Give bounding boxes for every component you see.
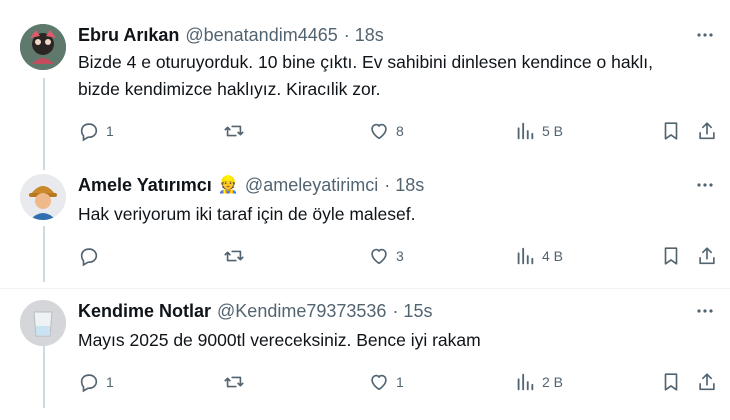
views-chart-icon — [517, 373, 534, 391]
reply-count: 1 — [106, 123, 114, 139]
tweet-header: Amele Yatırımcı 👷 @ameleyatirimci · 18s — [78, 174, 424, 196]
avatar[interactable] — [20, 174, 66, 220]
display-name[interactable]: Kendime Notlar — [78, 301, 211, 322]
heart-icon — [371, 248, 387, 265]
tweet-text: Bizde 4 e oturuyorduk. 10 bine çıktı. Ev… — [78, 49, 653, 103]
more-dots-icon[interactable] — [694, 174, 716, 196]
action-bar: 1 1 2 B — [78, 370, 718, 394]
share-button[interactable] — [696, 244, 718, 268]
bookmark-icon — [664, 373, 678, 391]
share-icon — [699, 373, 715, 391]
tweet-text: Hak veriyorum iki taraf için de öyle mal… — [78, 201, 415, 228]
tweet[interactable]: Kendime Notlar @Kendime79373536 · 15s Ma… — [0, 300, 730, 410]
retweet-button[interactable] — [223, 119, 251, 143]
reply-icon — [80, 123, 98, 142]
bookmark-button[interactable] — [660, 370, 682, 394]
reply-button[interactable] — [78, 244, 106, 268]
retweet-icon — [224, 376, 244, 388]
share-icon — [699, 247, 715, 265]
tweet-header: Ebru Arıkan @benatandim4465 · 18s — [78, 24, 384, 46]
like-count: 1 — [396, 374, 404, 390]
reply-icon — [80, 374, 98, 393]
timestamp[interactable]: · 15s — [392, 301, 432, 322]
action-bar: 1 8 5 B — [78, 119, 718, 143]
share-button[interactable] — [696, 370, 718, 394]
like-button[interactable]: 8 — [368, 119, 404, 143]
views-button[interactable]: 5 B — [514, 119, 563, 143]
retweet-button[interactable] — [223, 370, 251, 394]
more-dots-icon[interactable] — [694, 300, 716, 322]
tweet-text: Mayıs 2025 de 9000tl vereceksiniz. Bence… — [78, 327, 481, 354]
view-count: 4 B — [542, 248, 564, 264]
more-dots-icon[interactable] — [694, 24, 716, 46]
tweet-text-line: Bizde 4 e oturuyorduk. 10 bine çıktı. Ev… — [78, 52, 653, 72]
avatar[interactable] — [20, 300, 66, 346]
construction-worker-emoji: 👷 — [217, 175, 239, 194]
reply-count: 1 — [106, 374, 114, 390]
action-bar: 3 4 B — [78, 244, 718, 268]
bookmark-icon — [664, 247, 678, 265]
bookmark-icon — [664, 122, 678, 140]
retweet-icon — [224, 250, 244, 262]
views-chart-icon — [517, 122, 534, 140]
share-icon — [699, 122, 715, 140]
reply-button[interactable]: 1 — [78, 119, 114, 143]
views-button[interactable]: 4 B — [514, 244, 563, 268]
bookmark-button[interactable] — [660, 244, 682, 268]
tweet-text-line: bizde kendimizce haklıyız. Kiracılik zor… — [78, 79, 381, 99]
like-button[interactable]: 1 — [368, 370, 404, 394]
retweet-button[interactable] — [223, 244, 251, 268]
tweet-header: Kendime Notlar @Kendime79373536 · 15s — [78, 300, 432, 322]
tweet-text-line: Hak veriyorum iki taraf için de öyle mal… — [78, 204, 416, 224]
view-count: 2 B — [542, 374, 564, 390]
avatar[interactable] — [20, 24, 66, 70]
bookmark-button[interactable] — [660, 119, 682, 143]
like-count: 3 — [396, 248, 404, 264]
like-button[interactable]: 3 — [368, 244, 404, 268]
share-button[interactable] — [696, 119, 718, 143]
user-handle[interactable]: @ameleyatirimci — [245, 175, 378, 196]
timestamp[interactable]: · 18s — [384, 175, 424, 196]
timestamp[interactable]: · 18s — [344, 25, 384, 46]
retweet-icon — [224, 125, 244, 137]
user-handle[interactable]: @Kendime79373536 — [217, 301, 386, 322]
user-handle[interactable]: @benatandim4465 — [185, 25, 337, 46]
tweet[interactable]: Amele Yatırımcı 👷 @ameleyatirimci · 18s … — [0, 174, 730, 284]
views-chart-icon — [517, 247, 534, 265]
view-count: 5 B — [542, 123, 564, 139]
display-name[interactable]: Ebru Arıkan — [78, 25, 179, 46]
reply-button[interactable]: 1 — [78, 370, 114, 394]
reply-icon — [80, 248, 98, 267]
heart-icon — [371, 123, 387, 140]
tweet[interactable]: Ebru Arıkan @benatandim4465 · 18s Bizde … — [0, 24, 730, 154]
tweet-text-line: Mayıs 2025 de 9000tl vereceksiniz. Bence… — [78, 330, 481, 350]
heart-icon — [371, 374, 387, 391]
tweet-separator — [0, 288, 730, 289]
display-name[interactable]: Amele Yatırımcı — [78, 175, 212, 196]
like-count: 8 — [396, 123, 404, 139]
views-button[interactable]: 2 B — [514, 370, 563, 394]
